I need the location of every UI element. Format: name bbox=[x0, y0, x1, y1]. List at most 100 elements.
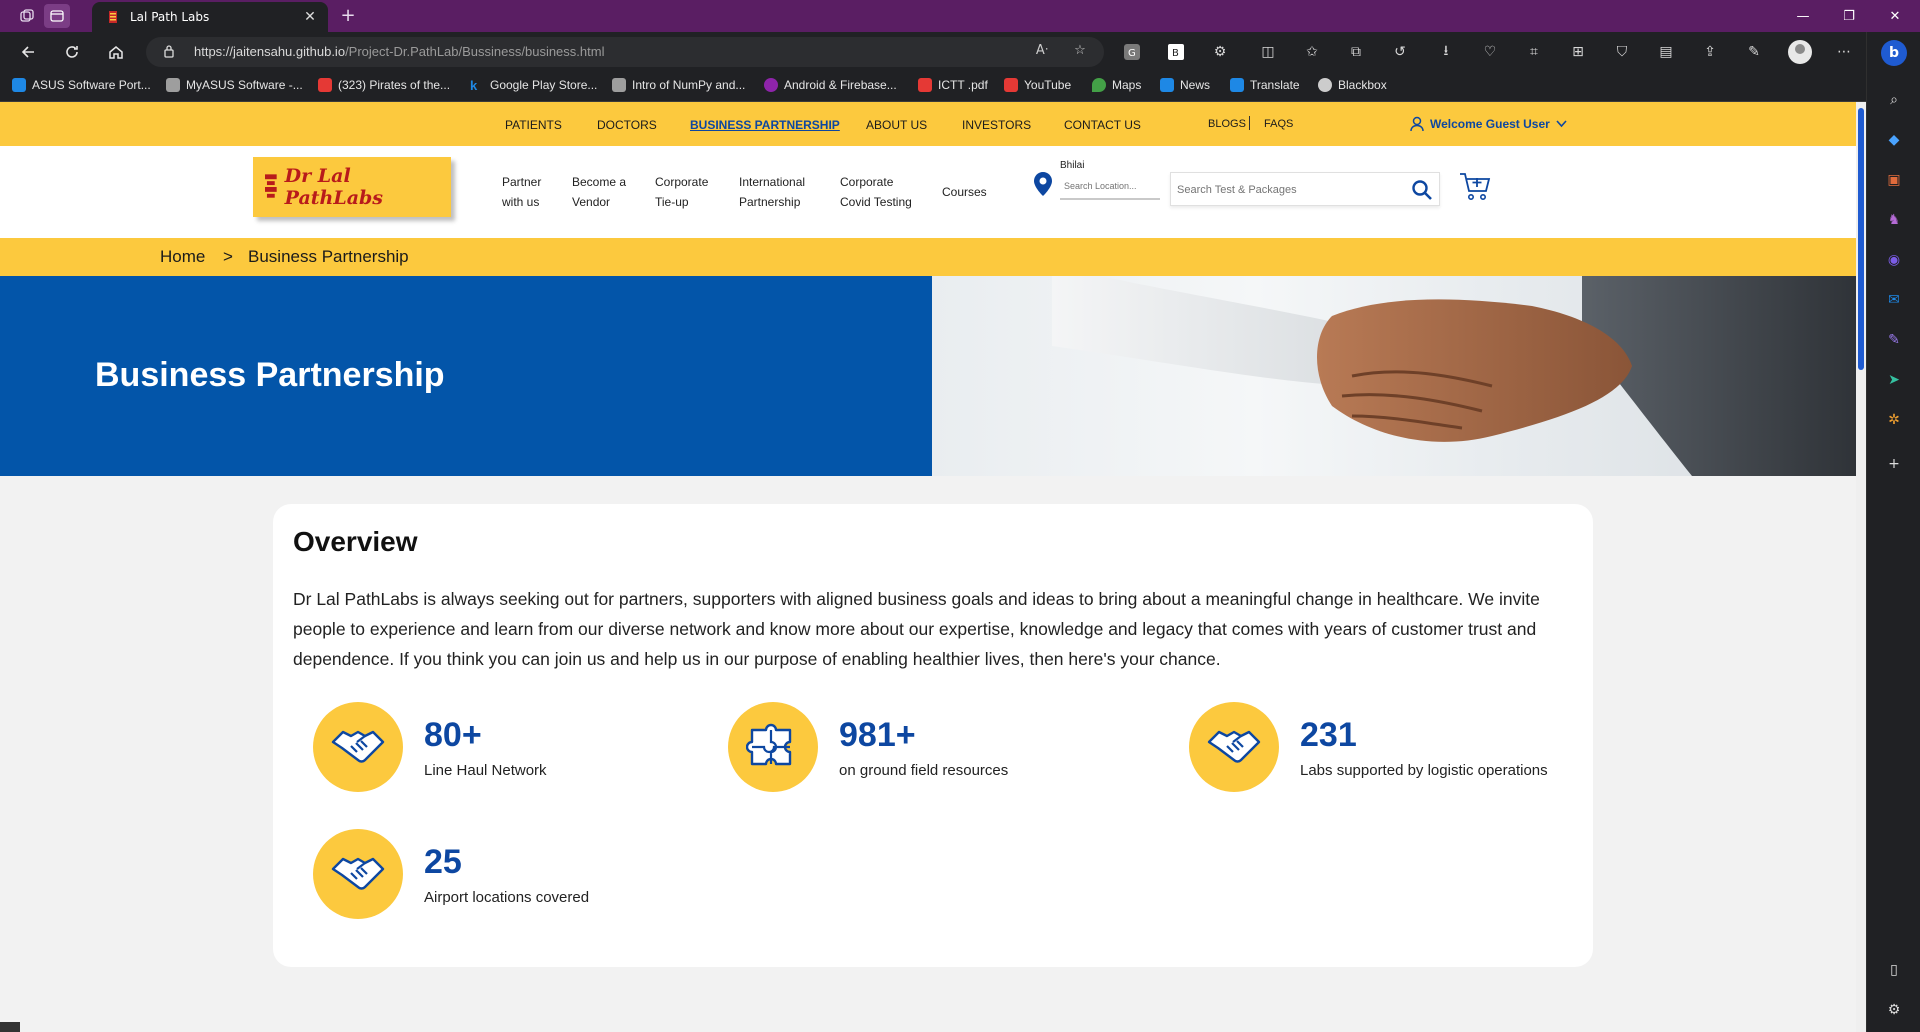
close-tab-icon[interactable]: ✕ bbox=[300, 9, 320, 25]
breadcrumb: Home > Business Partnership bbox=[0, 238, 1856, 276]
search-icon[interactable] bbox=[1411, 179, 1433, 201]
new-tab-icon[interactable]: + bbox=[336, 4, 360, 28]
bookmark-item[interactable]: ICTT .pdf bbox=[918, 78, 988, 92]
location-pin-icon[interactable] bbox=[1034, 172, 1052, 196]
hide-sidebar-icon[interactable]: ▯ bbox=[1884, 960, 1904, 980]
nav-business-partnership[interactable]: BUSINESS PARTNERSHIP bbox=[690, 118, 840, 132]
add-sidebar-app-icon[interactable]: + bbox=[1884, 454, 1904, 474]
page-corner-widget[interactable] bbox=[0, 1022, 20, 1032]
bing-copilot-icon[interactable]: b bbox=[1881, 40, 1907, 66]
test-search-box[interactable] bbox=[1170, 172, 1440, 206]
browser-toolbar: https://jaitensahu.github.io/Project-Dr.… bbox=[0, 32, 1866, 72]
scrollbar-thumb[interactable] bbox=[1858, 108, 1864, 370]
overview-text: Dr Lal PathLabs is always seeking out fo… bbox=[293, 589, 1540, 669]
bookmark-item[interactable]: Android & Firebase... bbox=[764, 78, 897, 92]
back-icon[interactable] bbox=[14, 38, 42, 66]
nav-patients[interactable]: PATIENTS bbox=[505, 118, 562, 132]
header-link-courses[interactable]: Courses bbox=[942, 182, 987, 202]
nav-about-us[interactable]: ABOUT US bbox=[866, 118, 927, 132]
nav-faqs[interactable]: FAQS bbox=[1264, 118, 1293, 130]
nav-doctors[interactable]: DOCTORS bbox=[597, 118, 657, 132]
test-search-input[interactable] bbox=[1177, 181, 1397, 199]
close-window-icon[interactable]: ✕ bbox=[1872, 0, 1918, 32]
bookmark-icon: k bbox=[470, 78, 484, 93]
header-link-partner-with-us[interactable]: Partner with us bbox=[502, 172, 541, 212]
bookmark-item[interactable]: k Google Play Store... bbox=[470, 78, 597, 93]
minimize-icon[interactable]: — bbox=[1780, 0, 1826, 32]
header-link-corporate-tie-up[interactable]: Corporate Tie-up bbox=[655, 172, 708, 212]
nav-investors[interactable]: INVESTORS bbox=[962, 118, 1031, 132]
games-icon[interactable]: ♞ bbox=[1884, 210, 1904, 230]
logo-mark-icon bbox=[265, 174, 277, 198]
header-link-international-partnership[interactable]: International Partnership bbox=[739, 172, 805, 212]
address-bar[interactable]: https://jaitensahu.github.io/Project-Dr.… bbox=[146, 37, 1104, 67]
browser-essentials-icon[interactable]: ⛉ bbox=[1610, 40, 1634, 64]
handshake-image bbox=[932, 276, 1856, 476]
bookmark-item[interactable]: Intro of NumPy and... bbox=[612, 78, 745, 92]
favorites-icon[interactable]: ✩ bbox=[1300, 40, 1324, 64]
downloads-icon[interactable]: ⭳ bbox=[1434, 40, 1458, 64]
cart-icon[interactable] bbox=[1458, 170, 1492, 202]
bookmark-label: YouTube bbox=[1024, 78, 1072, 92]
grammarly-icon[interactable]: G bbox=[1120, 40, 1144, 64]
feedback-icon[interactable]: ✎ bbox=[1742, 40, 1766, 64]
bookmark-item[interactable]: Translate bbox=[1230, 78, 1300, 92]
performance-icon[interactable]: ♡ bbox=[1478, 40, 1502, 64]
bookmark-item[interactable]: ASUS Software Port... bbox=[12, 78, 151, 92]
url-path: /Project-Dr.PathLab/Bussiness/business.h… bbox=[345, 44, 605, 59]
apps-icon[interactable]: ⊞ bbox=[1566, 40, 1590, 64]
profile-avatar[interactable] bbox=[1788, 40, 1812, 64]
page-scrollbar[interactable] bbox=[1856, 102, 1866, 1032]
restore-icon[interactable]: ❐ bbox=[1826, 0, 1872, 32]
settings-gear-icon[interactable]: ⚙ bbox=[1884, 1000, 1904, 1020]
tab-title: Lal Path Labs bbox=[130, 10, 210, 24]
screenshot-icon[interactable]: ⌗ bbox=[1522, 40, 1546, 64]
shopping-tag-icon[interactable]: ◆ bbox=[1884, 130, 1904, 150]
drop-icon[interactable]: ➤ bbox=[1884, 370, 1904, 390]
collections-icon[interactable]: ⧉ bbox=[1344, 40, 1368, 64]
guest-user-menu[interactable]: Welcome Guest User bbox=[1410, 116, 1567, 132]
designer-icon[interactable]: ✎ bbox=[1884, 330, 1904, 350]
tools-icon[interactable]: ▣ bbox=[1884, 170, 1904, 190]
refresh-icon[interactable] bbox=[58, 38, 86, 66]
browser-tab-active[interactable]: Lal Path Labs ✕ bbox=[92, 2, 328, 32]
history-icon[interactable]: ↺ bbox=[1388, 40, 1412, 64]
favorite-star-icon[interactable]: ☆ bbox=[1070, 43, 1090, 61]
lock-icon[interactable] bbox=[162, 44, 178, 60]
extensions-puzzle-icon[interactable]: ⚙ bbox=[1208, 40, 1232, 64]
pinwheel-icon[interactable]: ✲ bbox=[1884, 410, 1904, 430]
hero-title: Business Partnership bbox=[95, 356, 445, 394]
more-menu-icon[interactable]: ⋯ bbox=[1832, 40, 1856, 64]
bookmark-label: Blackbox bbox=[1338, 78, 1387, 92]
overview-title: Overview bbox=[293, 526, 418, 557]
split-screen-icon[interactable]: ◫ bbox=[1256, 40, 1280, 64]
bookmark-item[interactable]: News bbox=[1160, 78, 1210, 92]
bookmark-item[interactable]: Maps bbox=[1092, 78, 1141, 92]
microsoft-365-icon[interactable]: ◉ bbox=[1884, 250, 1904, 270]
bookmark-label: ASUS Software Port... bbox=[32, 78, 151, 92]
read-aloud-icon[interactable]: Aᐧ bbox=[1032, 43, 1052, 61]
workspaces-icon[interactable] bbox=[14, 4, 40, 28]
bookmark-item[interactable]: MyASUS Software -... bbox=[166, 78, 303, 92]
header-link-become-a-vendor[interactable]: Become a Vendor bbox=[572, 172, 626, 212]
tab-actions-icon[interactable] bbox=[44, 4, 70, 28]
location-search-input[interactable] bbox=[1060, 174, 1160, 200]
bookmark-icon bbox=[918, 78, 932, 92]
breadcrumb-home[interactable]: Home bbox=[160, 247, 205, 267]
home-icon[interactable] bbox=[102, 38, 130, 66]
outlook-icon[interactable]: ✉ bbox=[1884, 290, 1904, 310]
bookmark-item[interactable]: YouTube bbox=[1004, 78, 1071, 92]
dr-lal-pathlabs-logo[interactable]: Dr Lal PathLabs bbox=[253, 157, 451, 217]
bookmark-item[interactable]: Blackbox bbox=[1318, 78, 1387, 92]
stat-label: on ground field resources bbox=[839, 762, 1009, 779]
bookmarks-bar: ASUS Software Port... MyASUS Software -.… bbox=[0, 72, 1866, 102]
immersive-reader-icon[interactable]: ▤ bbox=[1654, 40, 1678, 64]
extension-b-icon[interactable]: B bbox=[1164, 40, 1188, 64]
nav-blogs[interactable]: BLOGS bbox=[1208, 118, 1246, 130]
search-icon[interactable]: ⌕ bbox=[1884, 90, 1904, 110]
bookmark-item[interactable]: (323) Pirates of the... bbox=[318, 78, 450, 92]
share-icon[interactable]: ⇪ bbox=[1698, 40, 1722, 64]
header-link-corporate-covid-testing[interactable]: Corporate Covid Testing bbox=[840, 172, 912, 212]
browser-tab-bar: Lal Path Labs ✕ + — ❐ ✕ bbox=[0, 0, 1920, 32]
nav-contact-us[interactable]: CONTACT US bbox=[1064, 118, 1141, 132]
